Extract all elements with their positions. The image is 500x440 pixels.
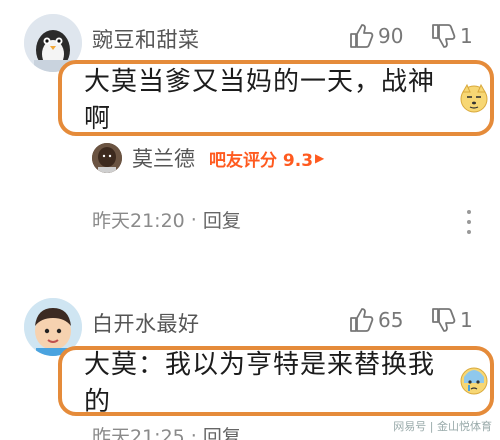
comments-page: 豌豆和甜菜 90 1 大莫当爹又当妈的一天，战神啊 莫兰德 吧友评分 9.3 ▶… — [0, 0, 500, 440]
dislike-count: 1 — [460, 24, 473, 48]
dislike-button[interactable]: 1 — [430, 306, 473, 334]
username[interactable]: 白开水最好 — [92, 308, 200, 338]
reply-button[interactable]: 回复 — [203, 206, 241, 233]
reply-username[interactable]: 莫兰德 — [132, 143, 195, 173]
dislike-button[interactable]: 1 — [430, 22, 473, 50]
comment-text-highlight: 大莫当爹又当妈的一天，战神啊 — [58, 60, 494, 136]
timestamp: 昨天21:25 — [92, 426, 185, 440]
comment-text: 大莫：我以为亨特是来替换我的 — [84, 350, 436, 417]
thumbs-down-icon — [432, 24, 456, 48]
top-reply[interactable]: 莫兰德 吧友评分 9.3 ▶ — [92, 140, 324, 176]
comment-meta: 昨天21:25 · 回复 — [92, 422, 241, 440]
comment-meta: 昨天21:20 · 回复 — [92, 206, 241, 233]
like-count: 90 — [378, 24, 404, 48]
arrow-right-icon: ▶ — [315, 151, 325, 165]
separator: · — [190, 424, 197, 440]
comment-text-highlight: 大莫：我以为亨特是来替换我的 — [58, 346, 494, 417]
like-button[interactable]: 65 — [348, 306, 403, 334]
like-count: 65 — [378, 308, 404, 332]
thumbs-up-icon — [350, 308, 374, 332]
dislike-count: 1 — [460, 308, 473, 332]
timestamp: 昨天21:20 — [92, 210, 185, 232]
comment-item: 白开水最好 65 1 大莫：我以为亨特是来替换我的 昨天21:25 · 回复 — [0, 284, 500, 440]
like-button[interactable]: 90 — [348, 22, 403, 50]
watermark: 网易号 | 金山悦体育 — [393, 420, 492, 433]
comment-item: 豌豆和甜菜 90 1 大莫当爹又当妈的一天，战神啊 莫兰德 吧友评分 9.3 ▶… — [0, 0, 500, 270]
reply-button[interactable]: 回复 — [203, 422, 241, 440]
more-vertical-icon[interactable] — [466, 210, 472, 234]
smirk-dog-emoji-icon — [458, 82, 490, 114]
reply-avatar — [92, 143, 122, 173]
comment-text: 大莫当爹又当妈的一天，战神啊 — [84, 67, 436, 134]
thumbs-down-icon — [432, 308, 456, 332]
separator: · — [190, 208, 197, 231]
thumbs-up-icon — [350, 24, 374, 48]
crying-blue-emoji-icon — [458, 365, 490, 397]
rating-badge[interactable]: 吧友评分 9.3 — [209, 146, 313, 171]
username[interactable]: 豌豆和甜菜 — [92, 24, 200, 54]
